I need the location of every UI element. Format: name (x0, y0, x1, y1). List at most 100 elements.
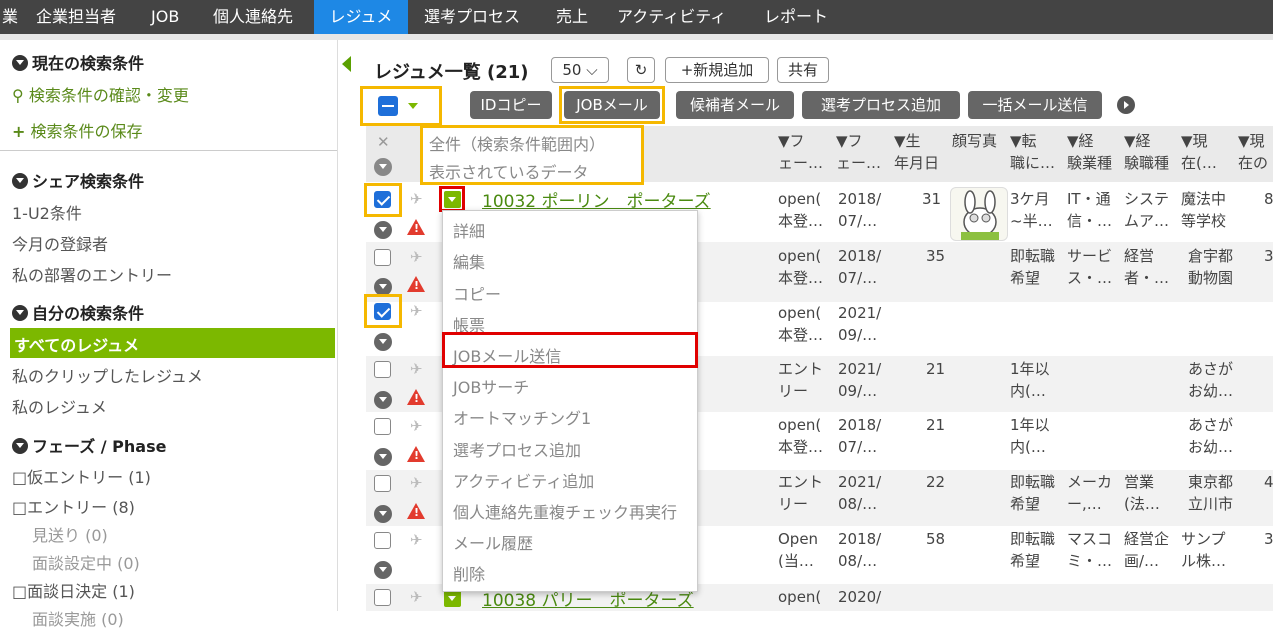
pin-icon[interactable]: ✈ (410, 302, 423, 320)
menu-item-add-process[interactable]: 選考プロセス追加 (453, 437, 581, 461)
phase-item[interactable]: 面談実施 (0) (32, 606, 124, 630)
row-checkbox[interactable] (374, 475, 391, 492)
bulk-mail-button[interactable]: 一括メール送信 (968, 91, 1102, 119)
refresh-button[interactable]: ↻ (627, 57, 655, 83)
menu-item-duplicate-check[interactable]: 個人連絡先重複チェック再実行 (453, 499, 677, 523)
phase-item[interactable]: □仮エントリー (1) (12, 464, 151, 488)
row-checkbox[interactable] (374, 191, 391, 208)
add-selection-process-button[interactable]: 選考プロセス追加 (802, 91, 960, 119)
cell-industry: IT・通 信・… (1067, 190, 1113, 230)
nav-item-personal-contact[interactable]: 個人連絡先 (213, 0, 293, 34)
page-size-select[interactable]: 50 ⌵ (551, 57, 609, 83)
job-mail-send-highlight (442, 332, 698, 368)
row-checkbox[interactable] (374, 589, 391, 606)
nav-item-resume[interactable]: レジュメ (314, 0, 408, 34)
cell-transfer: 1年以 内(… (1010, 416, 1050, 456)
nav-item-sales[interactable]: 売上 (556, 0, 588, 34)
more-actions-icon[interactable] (1117, 96, 1135, 114)
col-header[interactable]: ▼転 職に… (1010, 130, 1064, 174)
row-expand-icon[interactable] (374, 391, 392, 409)
share-item[interactable]: 1-U2条件 (12, 200, 82, 224)
pin-icon[interactable]: ✈ (410, 417, 423, 435)
select-all-checkbox[interactable] (378, 96, 398, 116)
row-menu-dropdown-icon[interactable] (444, 590, 461, 607)
row-checkbox[interactable] (374, 303, 391, 320)
menu-item-detail[interactable]: 詳細 (453, 218, 485, 242)
pin-icon[interactable]: ✈ (410, 474, 423, 492)
collapse-sidebar-icon[interactable] (342, 56, 351, 72)
row-checkbox[interactable] (374, 418, 391, 435)
row-expand-icon[interactable] (374, 333, 392, 351)
cell-current: 東京都 立川市 (1188, 473, 1234, 513)
menu-item-mail-history[interactable]: メール履歴 (453, 530, 533, 554)
cell-date: 2018/07/… (838, 416, 882, 456)
pin-icon[interactable]: ✈ (410, 248, 423, 266)
candidate-mail-button[interactable]: 候補者メール (676, 91, 794, 119)
menu-item-delete[interactable]: 削除 (453, 561, 485, 585)
nav-item-report[interactable]: レポート (764, 0, 828, 34)
pin-icon[interactable]: ✈ (410, 531, 423, 549)
my-item[interactable]: 私のクリップしたレジュメ (12, 363, 203, 387)
pin-icon[interactable]: ✈ (410, 190, 423, 208)
col-header[interactable]: ▼経 験業種 (1067, 130, 1121, 174)
select-dropdown-icon[interactable] (408, 103, 418, 109)
cell-job-type: 経営 者・… (1124, 247, 1170, 287)
menu-item-copy[interactable]: コピー (453, 281, 501, 305)
share-item[interactable]: 今月の登録者 (12, 231, 108, 255)
menu-item-job-search[interactable]: JOBサーチ (453, 374, 529, 398)
row-checkbox[interactable] (374, 249, 391, 266)
phase-item[interactable]: □面談日決定 (1) (12, 578, 135, 602)
save-conditions-link[interactable]: + 検索条件の保存 (12, 118, 143, 142)
row-expand-icon[interactable] (374, 221, 392, 239)
select-displayed-option[interactable]: 表示されているデータ (429, 159, 589, 183)
menu-item-edit[interactable]: 編集 (453, 249, 485, 273)
share-button[interactable]: 共有 (777, 57, 829, 83)
cell-date: 2018/07/… (838, 247, 882, 287)
my-item-all-resumes[interactable]: すべてのレジュメ (14, 332, 139, 356)
nav-item-company-contact[interactable]: 企業担当者 (36, 0, 116, 34)
nav-item-job[interactable]: JOB (151, 0, 179, 34)
row-menu-dropdown-icon[interactable] (444, 191, 461, 208)
col-header[interactable]: ▼経 験職種 (1124, 130, 1178, 174)
cell-transfer: 即転職 希望 (1010, 530, 1056, 570)
job-mail-button[interactable]: JOBメール (564, 91, 660, 119)
check-change-conditions-link[interactable]: ⚲ 検索条件の確認・変更 (12, 82, 189, 106)
cell-transfer: 即転職 希望 (1010, 247, 1056, 287)
row-expand-icon[interactable] (374, 448, 392, 466)
nav-item-activity[interactable]: アクティビティ (617, 0, 726, 34)
cell-transfer: 1年以 内(… (1010, 360, 1050, 400)
row-1-link[interactable]: 10032 ポーリン ポーターズ (482, 187, 711, 212)
cell-industry: サービ ス・… (1067, 247, 1113, 287)
my-item[interactable]: 私のレジュメ (12, 394, 107, 418)
row-expand-icon[interactable] (374, 561, 392, 579)
pin-icon[interactable]: ✈ (410, 588, 423, 606)
select-all-in-range-option[interactable]: 全件（検索条件範囲内） (429, 131, 605, 155)
row-checkbox[interactable] (374, 532, 391, 549)
warning-icon (407, 446, 425, 462)
new-add-button[interactable]: +新規追加 (665, 57, 769, 83)
refresh-icon: ↻ (634, 61, 648, 79)
col-header[interactable]: ▼フ ェー… (836, 130, 888, 174)
id-copy-button[interactable]: IDコピー (470, 91, 552, 119)
col-header[interactable]: ▼生 年月日 (894, 130, 946, 174)
col-header[interactable]: ▼フ ェー… (778, 130, 830, 174)
phase-item[interactable]: 面談設定中 (0) (32, 550, 140, 574)
share-item[interactable]: 私の部署のエントリー (12, 262, 172, 286)
chevron-down-icon (12, 55, 28, 71)
col-header-photo: 顔写真 (952, 132, 998, 150)
sidebar: 現在の検索条件 ⚲ 検索条件の確認・変更 + 検索条件の保存 シェア検索条件 1… (0, 40, 338, 629)
header-menu-icon[interactable] (374, 158, 392, 176)
row-expand-icon[interactable] (374, 505, 392, 523)
row-checkbox[interactable] (374, 361, 391, 378)
nav-item-selection-process[interactable]: 選考プロセス (424, 0, 520, 34)
cell-date: 2021/09/… (838, 360, 882, 400)
menu-item-add-activity[interactable]: アクティビティ追加 (453, 468, 594, 492)
warning-icon (407, 219, 425, 235)
nav-item-0[interactable]: 業 (0, 0, 22, 34)
col-header[interactable]: ▼現 在の (1238, 130, 1273, 174)
menu-item-auto-matching[interactable]: オートマッチング1 (453, 405, 591, 429)
phase-item[interactable]: 見送り (0) (32, 522, 108, 546)
pin-icon[interactable]: ✈ (410, 360, 423, 378)
phase-item[interactable]: □エントリー (8) (12, 494, 135, 518)
col-header[interactable]: ▼現 在(… (1181, 130, 1235, 174)
